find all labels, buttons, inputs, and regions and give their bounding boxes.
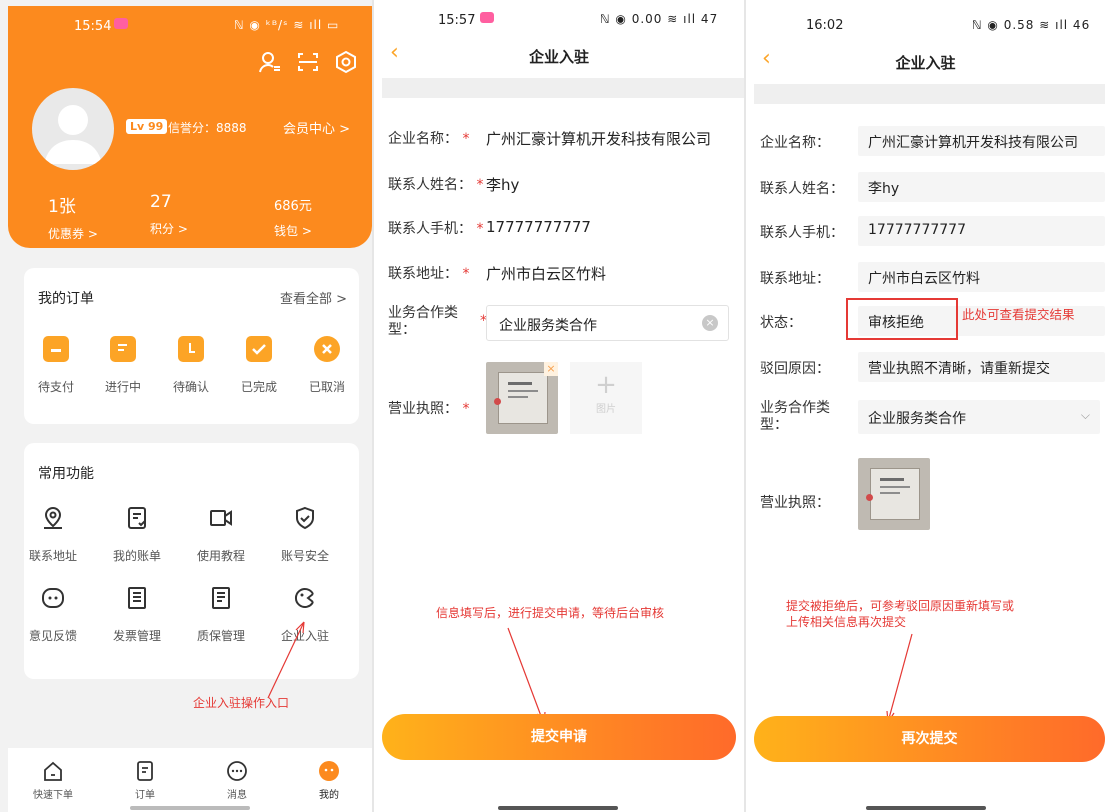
tab-quick-order[interactable]: 快速下单 — [23, 760, 83, 801]
submit-application-button[interactable]: 提交申请 — [382, 714, 736, 760]
profile-screen: 15:54 ℕ ◉ ᵏᴮ/ˢ ≋ ıll ▭ Lv 99 信誉分：8888 会员… — [0, 0, 372, 812]
user-icon — [319, 761, 339, 781]
tab-label: 消息 — [227, 790, 247, 801]
order-icon — [137, 761, 153, 781]
annotation-entry: 企业入驻操作入口 — [193, 696, 290, 710]
tab-label: 快速下单 — [33, 790, 73, 801]
enterprise-status-screen: 16:02 ℕ ◉ 0.58 ≋ ıll 46 ‹ 企业入驻 企业名称： 广州汇… — [746, 0, 1105, 812]
home-indicator — [130, 806, 250, 810]
tab-label: 我的 — [319, 790, 339, 801]
tab-orders[interactable]: 订单 — [115, 760, 175, 801]
home-indicator — [866, 806, 986, 810]
tab-messages[interactable]: 消息 — [207, 760, 267, 801]
resubmit-button[interactable]: 再次提交 — [754, 716, 1105, 762]
home-indicator — [498, 806, 618, 810]
enterprise-form-screen: 15:57 ℕ ◉ 0.00 ≋ ıll 47 ‹ 企业入驻 企业名称： * 广… — [374, 0, 744, 812]
annotation-arrow — [886, 633, 913, 723]
message-icon — [227, 761, 247, 781]
tab-mine[interactable]: 我的 — [299, 760, 359, 801]
tab-label: 订单 — [135, 790, 155, 801]
home-icon — [44, 761, 62, 781]
annotation-arrow — [267, 621, 305, 699]
tab-bar: 快速下单 订单 消息 我的 — [8, 748, 372, 812]
annotation-arrow — [507, 627, 546, 725]
